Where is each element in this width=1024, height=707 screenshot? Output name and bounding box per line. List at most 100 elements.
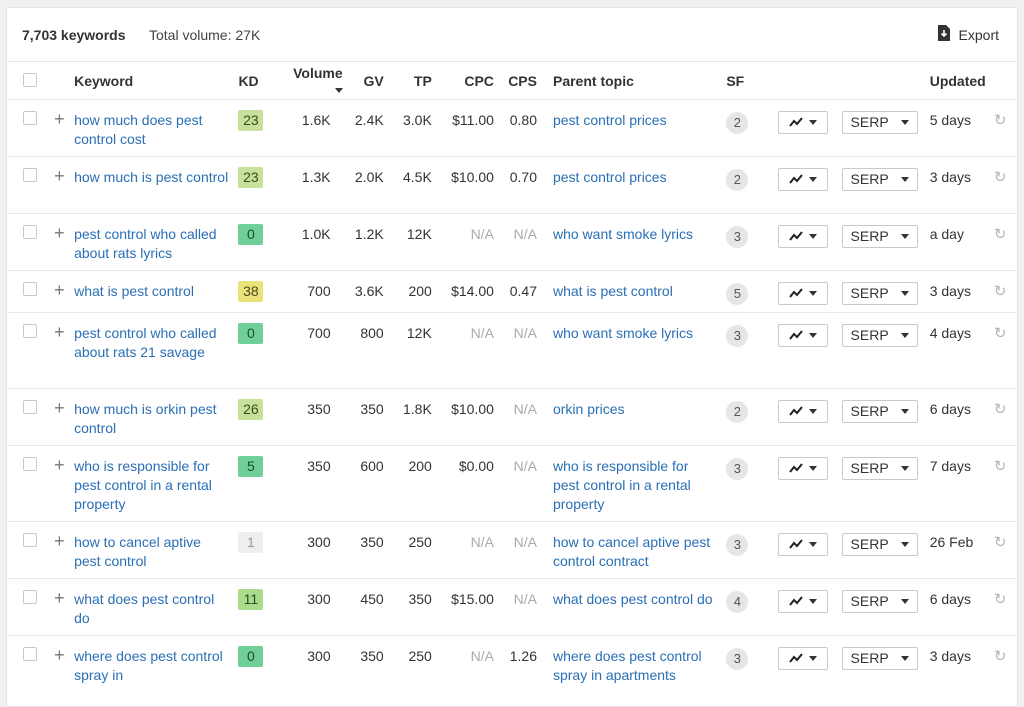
keyword-link[interactable]: how much does pest control cost xyxy=(74,111,238,149)
trend-dropdown-button[interactable] xyxy=(778,281,829,305)
parent-topic-link[interactable]: how to cancel aptive pest control contra… xyxy=(553,533,726,571)
serp-dropdown-button[interactable]: SERP xyxy=(841,224,918,248)
chevron-down-icon xyxy=(900,408,909,414)
trend-dropdown-button[interactable] xyxy=(778,167,829,191)
trend-dropdown-button[interactable] xyxy=(778,456,829,480)
tp-value: 250 xyxy=(408,533,432,550)
parent-topic-link[interactable]: pest control prices xyxy=(553,111,726,130)
plus-icon[interactable]: + xyxy=(54,456,65,474)
plus-icon[interactable]: + xyxy=(54,167,65,185)
keyword-link[interactable]: pest control who called about rats lyric… xyxy=(74,225,238,263)
serp-dropdown-button[interactable]: SERP xyxy=(841,646,918,670)
parent-topic-link[interactable]: who is responsible for pest control in a… xyxy=(553,457,726,514)
kd-badge: 23 xyxy=(238,166,264,188)
sf-count-badge[interactable]: 3 xyxy=(726,225,749,248)
refresh-icon[interactable]: ↻ xyxy=(994,111,1007,130)
serp-dropdown-button[interactable]: SERP xyxy=(841,281,918,305)
sf-count-badge[interactable]: 2 xyxy=(726,168,749,191)
serp-dropdown-button[interactable]: SERP xyxy=(841,532,918,556)
plus-icon[interactable]: + xyxy=(54,646,65,664)
sf-count-badge[interactable]: 3 xyxy=(726,457,749,480)
row-checkbox[interactable] xyxy=(23,224,37,239)
keyword-link[interactable]: pest control who called about rats 21 sa… xyxy=(74,324,238,362)
refresh-icon[interactable]: ↻ xyxy=(994,590,1007,609)
row-checkbox[interactable] xyxy=(23,110,37,125)
keyword-link[interactable]: where does pest control spray in xyxy=(74,647,238,685)
header-parent-topic[interactable]: Parent topic xyxy=(543,63,726,99)
serp-dropdown-button[interactable]: SERP xyxy=(841,110,918,134)
plus-icon[interactable]: + xyxy=(54,323,65,341)
refresh-icon[interactable]: ↻ xyxy=(994,324,1007,343)
row-checkbox[interactable] xyxy=(23,532,37,547)
header-updated[interactable]: Updated xyxy=(930,63,994,99)
parent-topic-link[interactable]: who want smoke lyrics xyxy=(553,225,726,244)
row-checkbox[interactable] xyxy=(23,589,37,604)
plus-icon[interactable]: + xyxy=(54,399,65,417)
sf-count-badge[interactable]: 3 xyxy=(726,647,749,670)
refresh-icon[interactable]: ↻ xyxy=(994,647,1007,666)
header-gv[interactable]: GV xyxy=(345,63,390,99)
keyword-link[interactable]: who is responsible for pest control in a… xyxy=(74,457,238,514)
header-cpc[interactable]: CPC xyxy=(438,63,500,99)
plus-icon[interactable]: + xyxy=(54,281,65,299)
parent-topic-link[interactable]: orkin prices xyxy=(553,400,726,419)
row-checkbox[interactable] xyxy=(23,646,37,661)
trend-dropdown-button[interactable] xyxy=(778,589,829,613)
chevron-down-icon xyxy=(809,176,818,182)
sf-count-badge[interactable]: 4 xyxy=(726,590,749,613)
keyword-link[interactable]: how much is pest control xyxy=(74,168,238,187)
keyword-link[interactable]: what is pest control xyxy=(74,282,238,301)
row-checkbox[interactable] xyxy=(23,456,37,471)
trend-dropdown-button[interactable] xyxy=(778,110,829,134)
parent-topic-link[interactable]: what is pest control xyxy=(553,282,726,301)
header-tp[interactable]: TP xyxy=(390,63,438,99)
refresh-icon[interactable]: ↻ xyxy=(994,225,1007,244)
header-keyword[interactable]: Keyword xyxy=(72,63,238,99)
refresh-icon[interactable]: ↻ xyxy=(994,400,1007,419)
row-checkbox[interactable] xyxy=(23,323,37,338)
trend-dropdown-button[interactable] xyxy=(778,646,829,670)
sf-count-badge[interactable]: 2 xyxy=(726,111,749,134)
row-checkbox[interactable] xyxy=(23,167,37,182)
refresh-icon[interactable]: ↻ xyxy=(994,168,1007,187)
cps-value: N/A xyxy=(513,590,537,607)
plus-icon[interactable]: + xyxy=(54,110,65,128)
keyword-link[interactable]: what does pest control do xyxy=(74,590,238,628)
sf-count-badge[interactable]: 2 xyxy=(726,400,749,423)
sf-count-badge[interactable]: 3 xyxy=(726,533,749,556)
export-button[interactable]: Export xyxy=(937,25,999,44)
plus-icon[interactable]: + xyxy=(54,589,65,607)
refresh-icon[interactable]: ↻ xyxy=(994,533,1007,552)
parent-topic-link[interactable]: where does pest control spray in apartme… xyxy=(553,647,726,685)
select-all-checkbox[interactable] xyxy=(23,73,37,88)
trend-dropdown-button[interactable] xyxy=(778,224,829,248)
serp-dropdown-button[interactable]: SERP xyxy=(841,399,918,423)
trend-dropdown-button[interactable] xyxy=(778,532,829,556)
keyword-link[interactable]: how much is orkin pest control xyxy=(74,400,238,438)
trend-dropdown-button[interactable] xyxy=(778,399,829,423)
cps-value: 1.26 xyxy=(509,647,537,664)
trend-dropdown-button[interactable] xyxy=(778,323,829,347)
header-sf[interactable]: SF xyxy=(726,63,778,99)
header-cps[interactable]: CPS xyxy=(500,63,543,99)
header-volume[interactable]: Volume xyxy=(282,63,345,99)
parent-topic-link[interactable]: who want smoke lyrics xyxy=(553,324,726,343)
keyword-link[interactable]: how to cancel aptive pest control xyxy=(74,533,238,571)
serp-dropdown-button[interactable]: SERP xyxy=(841,589,918,613)
header-kd[interactable]: KD xyxy=(238,63,281,99)
serp-dropdown-button[interactable]: SERP xyxy=(841,167,918,191)
plus-icon[interactable]: + xyxy=(54,224,65,242)
parent-topic-link[interactable]: pest control prices xyxy=(553,168,726,187)
serp-dropdown-button[interactable]: SERP xyxy=(841,323,918,347)
refresh-icon[interactable]: ↻ xyxy=(994,282,1007,301)
row-checkbox[interactable] xyxy=(23,281,37,296)
cps-value: N/A xyxy=(513,400,537,417)
plus-icon[interactable]: + xyxy=(54,532,65,550)
refresh-icon[interactable]: ↻ xyxy=(994,457,1007,476)
sf-count-badge[interactable]: 5 xyxy=(726,282,749,305)
parent-topic-link[interactable]: what does pest control do xyxy=(553,590,726,609)
serp-dropdown-button[interactable]: SERP xyxy=(841,456,918,480)
keywords-panel: 7,703 keywords Total volume: 27K Export … xyxy=(6,7,1019,707)
row-checkbox[interactable] xyxy=(23,399,37,414)
sf-count-badge[interactable]: 3 xyxy=(726,324,749,347)
